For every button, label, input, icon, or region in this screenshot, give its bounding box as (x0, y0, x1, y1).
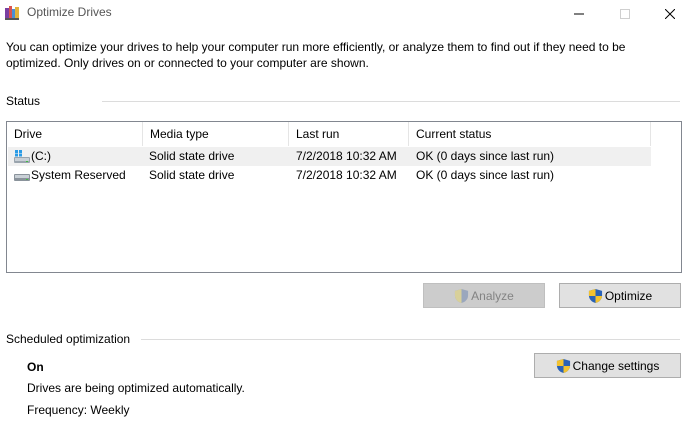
schedule-state: On (27, 360, 44, 374)
analyze-label: Analyze (471, 288, 514, 303)
schedule-description: Drives are being optimized automatically… (27, 381, 245, 395)
minimize-button[interactable] (556, 0, 602, 28)
optimize-label: Optimize (604, 288, 653, 303)
drive-current-status: OK (0 days since last run) (416, 168, 555, 182)
drive-last-run: 7/2/2018 10:32 AM (296, 149, 397, 163)
title-bar: Optimize Drives (0, 0, 686, 28)
drive-row-system-reserved[interactable]: System Reserved Solid state drive 7/2/20… (8, 166, 651, 185)
intro-text: You can optimize your drives to help you… (6, 40, 626, 70)
optimize-button[interactable]: Optimize (559, 283, 681, 308)
schedule-frequency: Frequency: Weekly (27, 403, 130, 417)
uac-shield-icon (455, 288, 469, 303)
drive-media-type: Solid state drive (149, 168, 235, 182)
status-label: Status (6, 94, 41, 108)
column-header-last-run[interactable]: Last run (289, 122, 409, 146)
column-header-current-status[interactable]: Current status (409, 122, 651, 146)
change-settings-label: Change settings (572, 358, 660, 373)
drive-icon (14, 174, 30, 181)
maximize-icon (620, 9, 630, 19)
windows-drive-icon (14, 150, 30, 163)
minimize-icon (574, 13, 584, 15)
optimize-drives-icon (5, 6, 19, 20)
drive-current-status: OK (0 days since last run) (416, 149, 555, 163)
uac-shield-icon (556, 358, 570, 373)
change-settings-button[interactable]: Change settings (534, 353, 681, 378)
drive-last-run: 7/2/2018 10:32 AM (296, 168, 397, 182)
drive-row-c[interactable]: (C:) Solid state drive 7/2/2018 10:32 AM… (8, 147, 651, 166)
status-divider (102, 101, 680, 102)
close-icon (665, 9, 675, 19)
maximize-button[interactable] (602, 0, 648, 28)
close-button[interactable] (647, 0, 686, 28)
analyze-button[interactable]: Analyze (423, 283, 545, 308)
column-header-drive[interactable]: Drive (7, 122, 143, 146)
window-title: Optimize Drives (27, 5, 112, 19)
drive-name: (C:) (31, 149, 51, 163)
uac-shield-icon (588, 288, 602, 303)
drive-list[interactable]: Drive Media type Last run Current status… (6, 121, 682, 273)
scheduled-optimization-label: Scheduled optimization (6, 332, 131, 346)
drive-media-type: Solid state drive (149, 149, 235, 163)
column-header-media-type[interactable]: Media type (143, 122, 289, 146)
scheduled-divider (141, 339, 680, 340)
drive-name: System Reserved (31, 168, 126, 182)
